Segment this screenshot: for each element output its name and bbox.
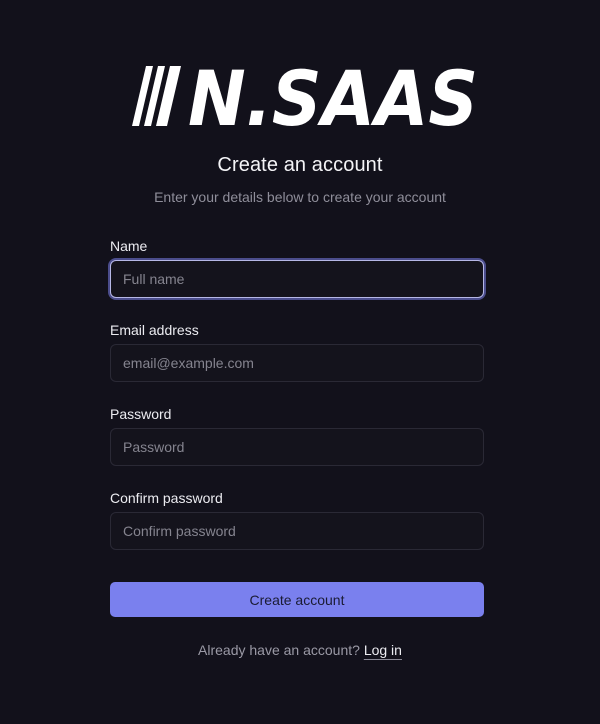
login-prompt-text: Already have an account? [198,642,360,658]
login-link[interactable]: Log in [364,642,402,658]
page-subtitle: Enter your details below to create your … [154,189,446,205]
brand-logo: N.SAAS [130,66,480,130]
login-prompt: Already have an account? Log in [0,642,600,658]
create-account-button[interactable]: Create account [110,582,484,617]
confirm-password-input[interactable] [110,512,484,550]
svg-text:N.SAAS: N.SAAS [188,66,478,130]
confirm-password-label: Confirm password [110,490,223,506]
email-input[interactable] [110,344,484,382]
page-title: Create an account [217,154,383,176]
name-label: Name [110,238,148,254]
email-label: Email address [110,322,199,338]
password-label: Password [110,406,172,422]
name-input[interactable] [110,260,484,298]
password-input[interactable] [110,428,484,466]
